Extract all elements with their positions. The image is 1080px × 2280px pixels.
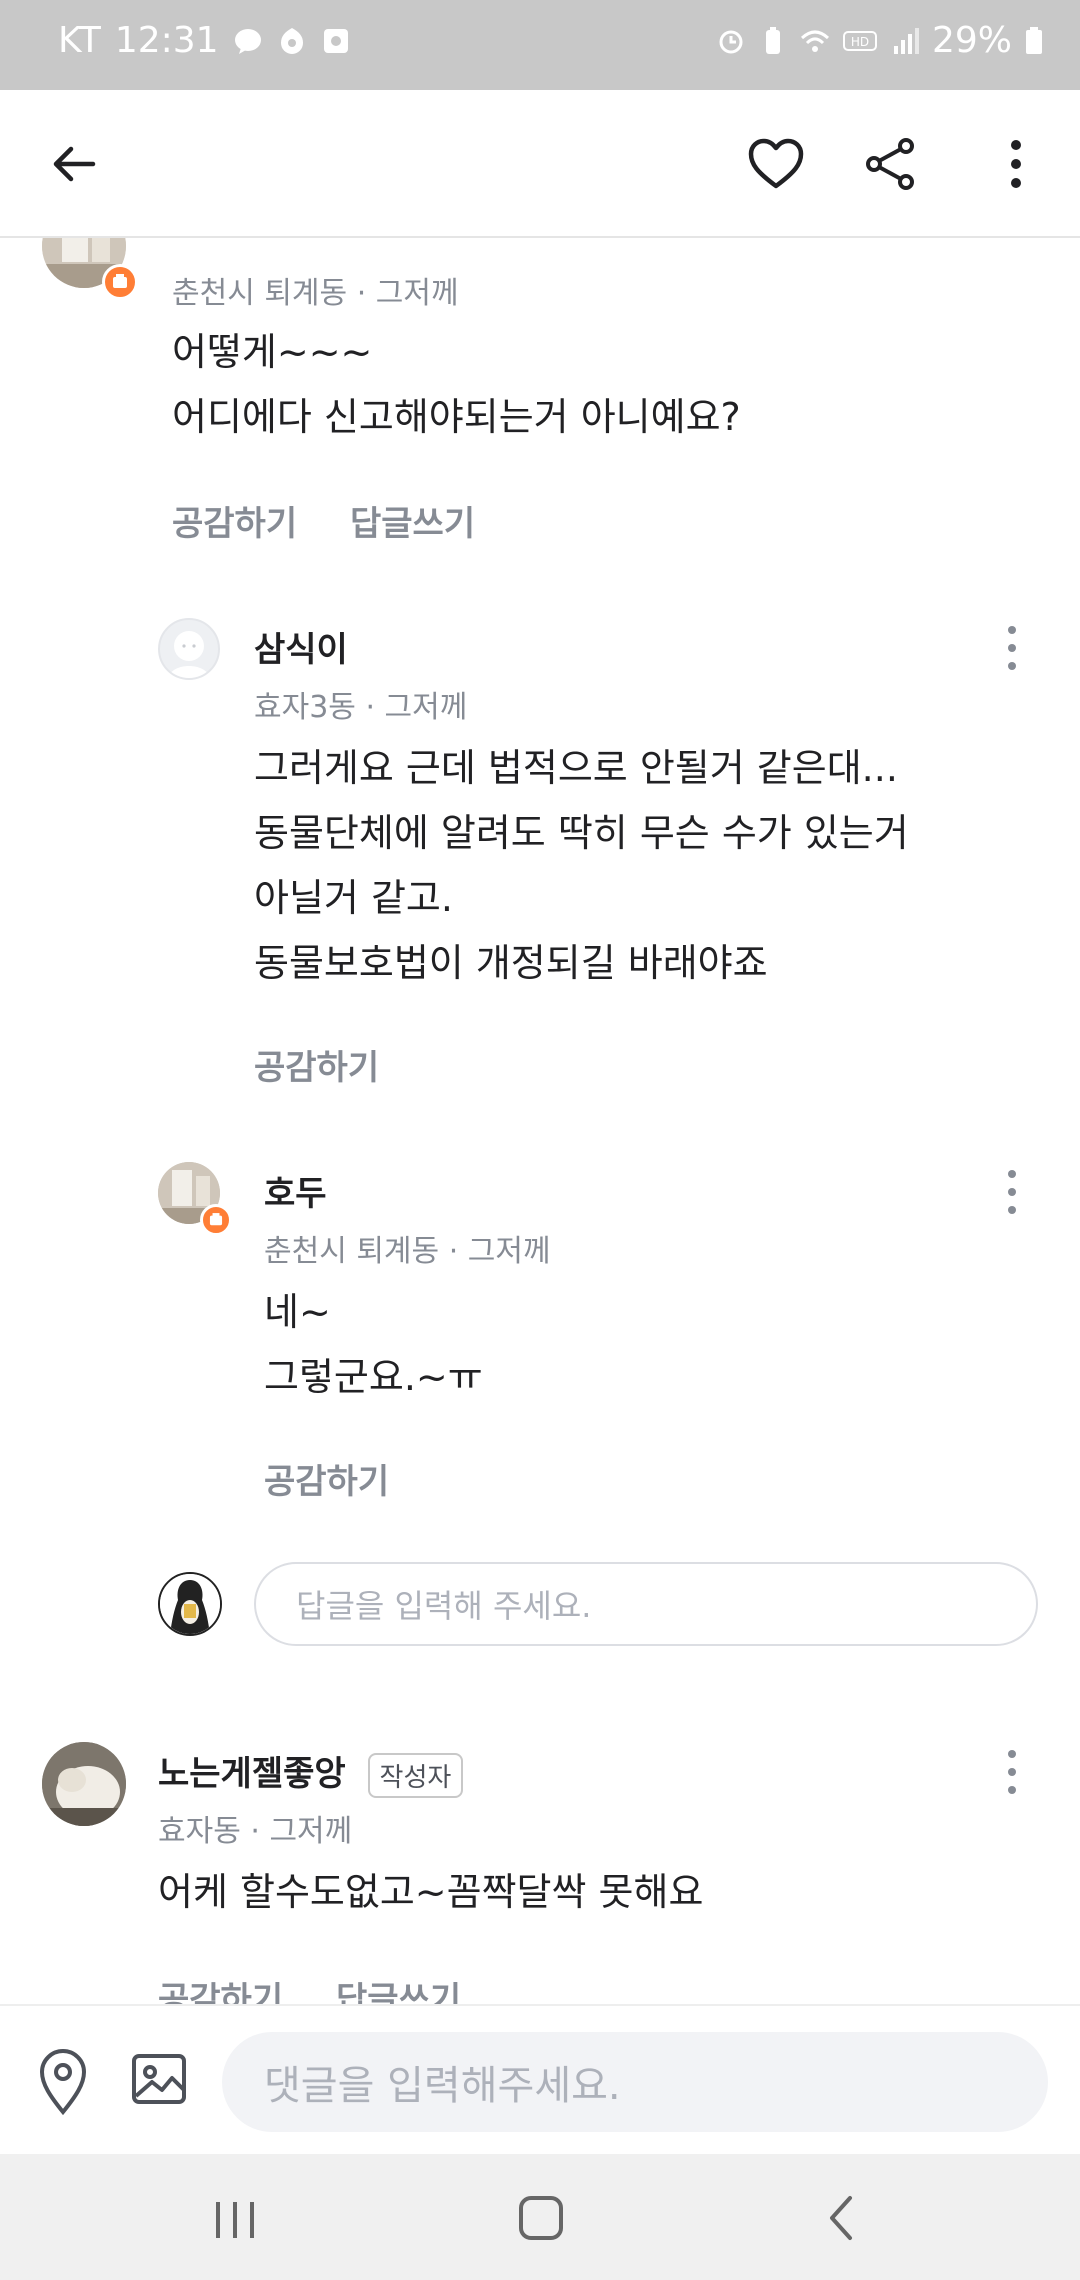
back-button[interactable] — [34, 124, 114, 204]
home-icon — [519, 2196, 563, 2240]
reply-comment-button[interactable]: 답글쓰기 — [336, 1972, 461, 2004]
comment-more-icon[interactable] — [992, 1742, 1032, 1802]
system-navigation-bar — [0, 2154, 1080, 2280]
comment-compose-bar: 댓글을 입력해주세요. — [0, 2004, 1080, 2154]
meta-separator: · — [365, 690, 375, 725]
hd-voice-icon: HD — [842, 30, 877, 51]
like-comment-button[interactable]: 공감하기 — [158, 1972, 283, 2004]
comment-text-line: 어떻게~~~ — [172, 330, 373, 374]
comment-meta: 효자3동 · 그저께 — [254, 682, 467, 726]
comment-meta: 효자동 · 그저께 — [158, 1806, 352, 1850]
reply-input[interactable]: 답글을 입력해 주세요. — [254, 1562, 1038, 1646]
meta-separator: · — [250, 1814, 260, 1849]
neighbor-badge-icon — [200, 1204, 232, 1236]
commenter-name-text: 노는게젤좋앙 — [158, 1754, 346, 1794]
comment-text-line: 동물보호법이 개정되길 바래야죠 — [254, 941, 768, 985]
like-comment-button[interactable]: 공감하기 — [254, 1040, 379, 1089]
app-notification-icon — [280, 27, 303, 54]
comment-time: 그저께 — [467, 1234, 551, 1269]
heart-icon — [748, 138, 804, 189]
commenter-name[interactable]: 삼식이 — [254, 622, 348, 671]
home-button[interactable] — [506, 2188, 576, 2248]
comment-location: 춘천시 퇴계동 — [172, 276, 348, 311]
share-button[interactable] — [850, 124, 930, 204]
commenter-name[interactable]: 노는게젤좋앙 작성자 — [158, 1746, 464, 1798]
status-bar: KT 12:31 HD 29% — [0, 0, 1080, 90]
battery-saver-icon — [765, 26, 780, 54]
talk-notification-icon — [234, 28, 261, 54]
comment-location: 효자3동 — [254, 690, 356, 725]
comment-time: 그저께 — [269, 1814, 353, 1849]
recent-apps-icon — [216, 2202, 254, 2238]
wifi-icon — [800, 30, 830, 52]
system-back-button[interactable] — [806, 2188, 876, 2248]
avatar — [42, 1742, 126, 1826]
reply-more-icon[interactable] — [992, 1162, 1032, 1222]
recent-apps-button[interactable] — [200, 2188, 270, 2248]
reply-comment-button[interactable]: 답글쓰기 — [350, 496, 475, 545]
location-pin-icon — [39, 2049, 87, 2116]
clock: 12:31 — [114, 20, 219, 61]
back-arrow-icon — [53, 146, 96, 182]
more-vertical-icon — [1011, 140, 1021, 188]
comment-location: 춘천시 퇴계동 — [264, 1234, 440, 1269]
comment-text-line: 그러게요 근데 법적으로 안될거 같은대... — [254, 746, 898, 790]
comment-text: 어떻게~~~ 어디에다 신고해야되는거 아니예요? — [172, 320, 741, 450]
comment-text-line: 어디에다 신고해야되는거 아니예요? — [172, 395, 741, 439]
comment-text-line: 네~ — [264, 1290, 331, 1334]
comment-meta: 춘천시 퇴계동 · 그저께 — [172, 268, 459, 312]
comment-text-line: 어케 할수도없고~꼼짝달싹 못해요 — [158, 1870, 704, 1914]
comment-text-line: 그렇군요.~ㅠ — [264, 1355, 483, 1399]
top-app-bar — [0, 90, 1080, 238]
battery-percent: 29% — [931, 20, 1012, 61]
signal-icon — [893, 27, 919, 54]
reply-more-icon[interactable] — [992, 618, 1032, 678]
battery-icon — [1026, 26, 1042, 54]
comment-text-line: 아닐거 같고. — [254, 876, 453, 920]
author-tag-badge: 작성자 — [367, 1753, 464, 1798]
like-button[interactable] — [736, 124, 816, 204]
commenter-name[interactable]: 호두 — [264, 1166, 327, 1215]
image-icon — [132, 2054, 186, 2104]
comment-time: 그저께 — [384, 690, 468, 725]
comment-text: 네~ 그렇군요.~ㅠ — [264, 1280, 483, 1410]
neighbor-badge-icon — [102, 264, 138, 300]
comment-input-placeholder: 댓글을 입력해주세요. — [264, 2063, 621, 2109]
back-chevron-icon — [830, 2196, 852, 2240]
carrier-label: KT — [58, 20, 101, 61]
image-attach-button[interactable] — [128, 2048, 190, 2110]
comment-list: 춘천시 퇴계동 · 그저께 어떻게~~~ 어디에다 신고해야되는거 아니예요? … — [0, 238, 1080, 2004]
comment-time: 그저께 — [375, 276, 459, 311]
avatar — [158, 618, 220, 680]
meta-separator: · — [448, 1234, 459, 1269]
comment-meta: 춘천시 퇴계동 · 그저께 — [264, 1226, 551, 1270]
reply-input-placeholder: 답글을 입력해 주세요. — [296, 1587, 592, 1625]
svg-text:HD: HD — [851, 35, 869, 49]
comment-text: 어케 할수도없고~꼼짝달싹 못해요 — [158, 1860, 703, 1925]
comment-text-line: 동물단체에 알려도 딱히 무슨 수가 있는거 — [254, 811, 909, 855]
like-comment-button[interactable]: 공감하기 — [172, 496, 297, 545]
meta-separator: · — [356, 276, 367, 311]
like-comment-button[interactable]: 공감하기 — [264, 1454, 389, 1503]
my-avatar — [158, 1572, 222, 1636]
alarm-icon — [719, 30, 743, 53]
screenshot-notification-icon — [323, 28, 348, 53]
share-icon — [866, 138, 914, 190]
more-options-button[interactable] — [976, 124, 1056, 204]
comment-input[interactable]: 댓글을 입력해주세요. — [222, 2032, 1048, 2132]
location-button[interactable] — [30, 2046, 96, 2116]
comment-location: 효자동 — [158, 1814, 241, 1849]
comment-text: 그러게요 근데 법적으로 안될거 같은대... 동물단체에 알려도 딱히 무슨 … — [254, 736, 909, 996]
comment-more-icon[interactable] — [992, 238, 1032, 264]
